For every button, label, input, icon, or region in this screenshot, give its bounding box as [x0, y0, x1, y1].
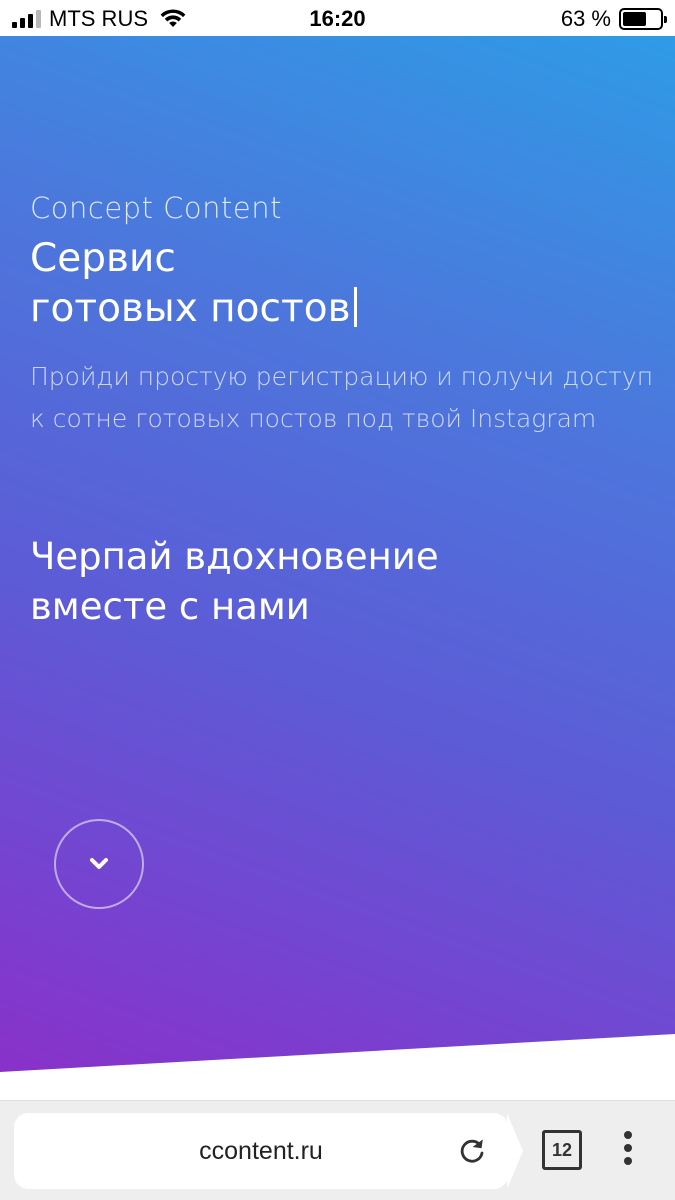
phone-screen: MTS RUS 16:20 63 % Concept Content Серви…: [0, 0, 675, 1200]
hero-section: Concept Content Сервис готовых постов Пр…: [0, 36, 675, 1100]
status-right: 63 %: [560, 6, 667, 32]
headline-line-1: Сервис: [30, 236, 176, 281]
battery-percent: 63 %: [560, 6, 611, 31]
hero-description: Пройди простую регистрацию и получи дост…: [30, 362, 654, 433]
tagline-line-1: Черпай вдохновение: [30, 535, 439, 578]
battery-icon: [619, 8, 667, 30]
chevron-down-icon: [90, 858, 108, 869]
tabs-button[interactable]: 12: [542, 1130, 582, 1170]
brand-name: Concept Content: [30, 191, 282, 225]
reload-icon[interactable]: [458, 1137, 486, 1165]
tagline: Черпай вдохновение вместе с нами: [30, 532, 630, 632]
scroll-down-button[interactable]: [54, 819, 144, 909]
typing-cursor: [353, 287, 357, 327]
more-vertical-icon[interactable]: [618, 1131, 638, 1171]
headline-line-2: готовых постов: [30, 284, 590, 334]
headline: Сервис готовых постов: [30, 234, 590, 334]
url-text: ccontent.ru: [199, 1136, 323, 1165]
browser-toolbar: ccontent.ru 12: [0, 1100, 675, 1200]
address-bar[interactable]: ccontent.ru: [14, 1113, 523, 1189]
status-bar: MTS RUS 16:20 63 %: [0, 0, 675, 36]
tagline-line-2: вместе с нами: [30, 585, 310, 628]
headline-line-2-text: готовых постов: [30, 286, 351, 331]
battery-fill: [623, 12, 646, 26]
